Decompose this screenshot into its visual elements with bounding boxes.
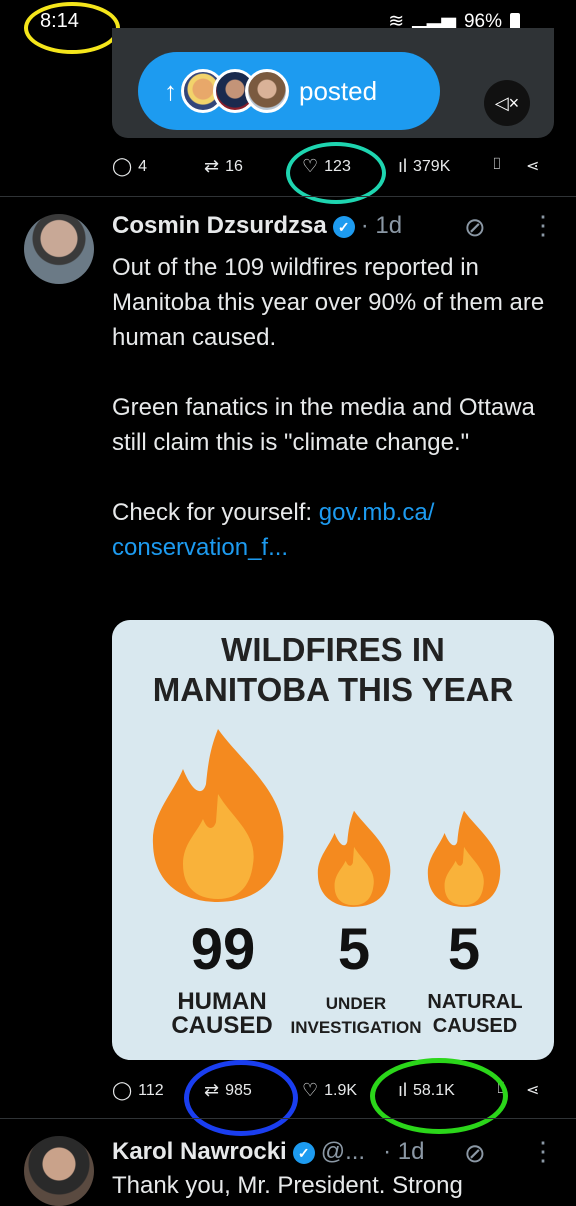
avatar[interactable]: [24, 1136, 94, 1206]
avatar: [245, 69, 289, 113]
avatar[interactable]: [24, 214, 94, 284]
reply-count: 4: [138, 157, 148, 175]
repost-button[interactable]: ⇄ 985: [204, 1080, 252, 1101]
stat-caption-line: CAUSED: [171, 1012, 273, 1039]
repost-icon: ⇄: [204, 156, 220, 176]
infographic-title-line: MANITOBA THIS YEAR: [152, 671, 514, 708]
author-line: Karol Nawrocki ✓ @... · 1d: [112, 1138, 424, 1166]
infographic-image[interactable]: WILDFIRES IN MANITOBA THIS YEAR 99 5 5 H…: [112, 620, 554, 1060]
reply-icon: ◯: [112, 156, 133, 176]
views-icon: ıl: [398, 156, 407, 176]
reply-icon: ◯: [112, 1080, 133, 1100]
views-count: 58.1K: [413, 1081, 455, 1099]
reply-button[interactable]: ◯ 4: [112, 156, 147, 177]
grok-icon[interactable]: ⊘: [464, 1138, 486, 1169]
like-count: 123: [324, 157, 351, 175]
bookmark-icon[interactable]: ⌷: [492, 156, 502, 174]
tweet-paragraph: Green fanatics in the media and Ottawa s…: [112, 394, 535, 456]
tweet-body: Thank you, Mr. President. Strong: [112, 1172, 463, 1199]
stat-value: 99: [190, 917, 256, 982]
share-icon[interactable]: ⋖: [526, 156, 539, 176]
verified-icon: ✓: [332, 215, 355, 238]
check-prefix: Check for yourself:: [112, 499, 319, 526]
stat-caption-line: UNDER: [325, 994, 387, 1013]
handle[interactable]: @...: [321, 1138, 365, 1165]
views-count: 379K: [413, 157, 451, 175]
like-count: 1.9K: [324, 1081, 358, 1099]
timestamp[interactable]: · 1d: [361, 212, 402, 239]
posted-label: posted: [299, 75, 378, 106]
stat-value: 5: [447, 917, 481, 982]
stat-caption: HUMAN CAUSED: [152, 990, 292, 1038]
stat-caption-line: NATURAL: [427, 991, 523, 1013]
tweet-paragraph: Out of the 109 wildfires reported in Man…: [112, 254, 545, 351]
verified-icon: ✓: [292, 1141, 315, 1164]
more-icon[interactable]: ⋮: [530, 210, 556, 241]
arrow-up-icon: ↑: [164, 75, 177, 106]
like-icon: ♡: [302, 156, 319, 176]
repost-count: 985: [225, 1081, 252, 1099]
reply-button[interactable]: ◯ 112: [112, 1080, 164, 1101]
infographic-title: WILDFIRES IN MANITOBA THIS YEAR: [112, 630, 554, 710]
reply-count: 112: [138, 1081, 164, 1099]
stat-caption: NATURAL CAUSED: [416, 990, 534, 1038]
repost-button[interactable]: ⇄ 16: [204, 156, 243, 177]
repost-count: 16: [225, 157, 243, 175]
tweet-action-bar: ◯ 112 ⇄ 985 ♡ 1.9K ıl 58.1K ⌷ ⋖: [0, 1074, 576, 1114]
stat-caption: UNDER INVESTIGATION: [290, 992, 422, 1040]
status-time: 8:14: [40, 10, 79, 32]
repost-icon: ⇄: [204, 1080, 220, 1100]
stat-caption-line: CAUSED: [432, 1015, 518, 1037]
author-line: Cosmin Dzsurdzsa ✓ · 1d: [112, 212, 402, 240]
new-posts-pill[interactable]: ↑ posted: [138, 52, 440, 130]
bookmark-icon[interactable]: ⌷: [496, 1080, 506, 1098]
views-button[interactable]: ıl 379K: [398, 156, 450, 177]
stat-value: 5: [337, 917, 371, 982]
timestamp[interactable]: · 1d: [383, 1138, 424, 1165]
divider: [0, 1118, 576, 1119]
author-name[interactable]: Karol Nawrocki: [112, 1138, 287, 1165]
more-icon[interactable]: ⋮: [530, 1136, 556, 1167]
mute-icon[interactable]: ◁×: [484, 80, 530, 126]
stat-caption-line: HUMAN: [177, 988, 267, 1015]
views-button[interactable]: ıl 58.1K: [398, 1080, 455, 1101]
tweet-paragraph: Check for yourself: gov.mb.ca/ conservat…: [112, 495, 552, 565]
like-icon: ♡: [302, 1080, 319, 1100]
infographic-title-line: WILDFIRES IN: [221, 631, 445, 668]
fire-icon: [317, 810, 391, 907]
fire-icon: [152, 729, 284, 902]
like-button[interactable]: ♡ 123: [302, 156, 351, 177]
like-button[interactable]: ♡ 1.9K: [302, 1080, 357, 1101]
tweet-body: Out of the 109 wildfires reported in Man…: [112, 250, 552, 565]
views-icon: ıl: [398, 1080, 407, 1100]
fire-icon: [427, 810, 501, 907]
grok-icon[interactable]: ⊘: [464, 212, 486, 243]
divider: [0, 196, 576, 197]
author-name[interactable]: Cosmin Dzsurdzsa: [112, 212, 327, 239]
share-icon[interactable]: ⋖: [526, 1080, 539, 1100]
prev-action-bar: ◯ 4 ⇄ 16 ♡ 123 ıl 379K ⌷ ⋖: [0, 150, 576, 190]
stat-caption-line: INVESTIGATION: [290, 1018, 422, 1037]
